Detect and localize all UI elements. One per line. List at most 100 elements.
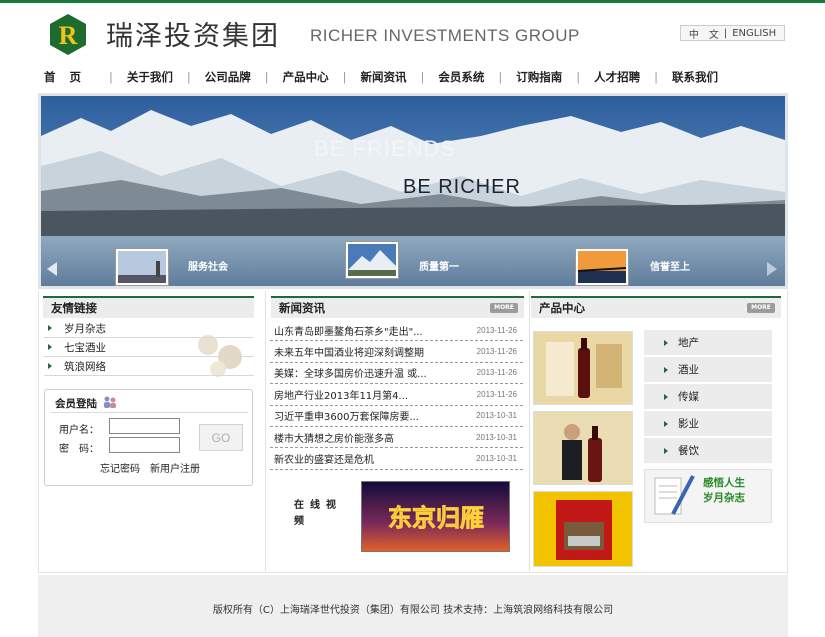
nav-separator: | — [576, 70, 581, 84]
nav-order-guide[interactable]: 订购指南 — [516, 69, 562, 85]
lang-chinese-link[interactable]: 中 文 — [689, 26, 719, 41]
product-image-media[interactable] — [533, 491, 633, 567]
company-logo-icon[interactable]: R — [48, 13, 88, 56]
video-caption: 东京归雁 — [388, 503, 484, 532]
nav-separator: | — [654, 70, 658, 84]
nav-news[interactable]: 新闻资讯 — [361, 69, 407, 85]
register-link[interactable]: 新用户注册 — [150, 460, 200, 475]
member-login-title-text: 会员登陆 — [55, 398, 97, 410]
bullet-triangle-icon — [664, 420, 668, 427]
news-item-title: 房地产行业2013年11月第4... — [274, 390, 409, 402]
nav-separator: | — [109, 70, 113, 84]
bullet-triangle-icon — [48, 325, 52, 331]
forgot-password-link[interactable]: 忘记密码 — [100, 460, 140, 475]
bullet-triangle-icon — [664, 393, 668, 400]
language-switch: 中 文 | ENGLISH — [680, 25, 785, 41]
top-accent-line — [0, 0, 825, 3]
news-item-title: 山东青岛即墨鳌角石茶乡"走出"... — [274, 326, 423, 338]
magazine-promo-text: 感悟人生 岁月杂志 — [703, 476, 745, 506]
news-item-date: 2013-11-26 — [476, 389, 517, 399]
company-name-en: RICHER INVESTMENTS GROUP — [310, 26, 580, 45]
products-column: 产品中心 MORE 地产 酒业 传媒 影业 餐饮 感悟人生 岁月杂志 — [531, 291, 787, 571]
news-more-button[interactable]: MORE — [490, 303, 518, 313]
news-item[interactable]: 未来五年中国酒业将迎深刻调整期 2013-11-26 — [270, 341, 523, 363]
friend-link-label: 七宝酒业 — [64, 341, 106, 354]
friend-link-item[interactable]: 筑浪网络 — [44, 357, 254, 376]
svg-text:R: R — [59, 21, 78, 50]
nav-careers[interactable]: 人才招聘 — [594, 69, 640, 85]
lang-english-link[interactable]: ENGLISH — [732, 28, 776, 39]
nav-home[interactable]: 首页 — [44, 69, 95, 85]
lang-separator: | — [723, 27, 728, 39]
hero-banner: BE FRIENDS BE RICHER 服务社会 质量第一 信誉至上 — [38, 93, 788, 289]
users-icon — [103, 396, 116, 408]
news-item[interactable]: 房地产行业2013年11月第4... 2013-11-26 — [270, 384, 523, 406]
login-divider — [50, 412, 248, 413]
password-label: 密 码： — [59, 444, 99, 455]
magazine-line-1: 感悟人生 — [703, 477, 745, 489]
product-category-label: 餐饮 — [678, 445, 699, 457]
news-list: 山东青岛即墨鳌角石茶乡"走出"... 2013-11-26 未来五年中国酒业将迎深… — [270, 320, 523, 470]
product-category-item[interactable]: 影业 — [644, 411, 772, 437]
banner-prev-arrow-icon[interactable] — [47, 262, 57, 276]
nav-products[interactable]: 产品中心 — [283, 69, 329, 85]
main-nav: 首页 | 关于我们 | 公司品牌 | 产品中心 | 新闻资讯 | 会员系统 | … — [38, 68, 788, 86]
online-video-label: 在线视频 — [294, 500, 342, 527]
product-image-wine-2[interactable] — [533, 411, 633, 485]
news-item-date: 2013-11-26 — [476, 325, 517, 335]
banner-headline-1: BE FRIENDS — [314, 136, 457, 161]
product-category-item[interactable]: 餐饮 — [644, 438, 772, 464]
nav-brand[interactable]: 公司品牌 — [205, 69, 251, 85]
slide-thumb-1[interactable] — [115, 248, 169, 286]
banner-next-arrow-icon[interactable] — [767, 262, 777, 276]
news-item-date: 2013-11-26 — [476, 347, 517, 357]
nav-separator: | — [420, 70, 425, 84]
news-item-title: 习近平重申3600万套保障房要... — [274, 412, 419, 424]
bullet-triangle-icon — [48, 363, 52, 369]
products-more-button[interactable]: MORE — [747, 303, 775, 313]
product-image-wine-1[interactable] — [533, 331, 633, 405]
news-item[interactable]: 新农业的盛宴还是危机 2013-10-31 — [270, 448, 523, 470]
nav-members[interactable]: 会员系统 — [438, 69, 484, 85]
slide-thumb-3[interactable] — [575, 248, 629, 286]
left-column: 友情链接 岁月杂志 七宝酒业 筑浪网络 会员登陆 用户名： 密 码： GO 忘记… — [40, 291, 266, 571]
username-input[interactable] — [109, 418, 180, 434]
video-thumbnail[interactable]: 东京归雁 — [361, 481, 510, 552]
slide-label-3[interactable]: 信誉至上 — [650, 258, 690, 273]
bullet-triangle-icon — [664, 339, 668, 346]
magazine-promo[interactable]: 感悟人生 岁月杂志 — [644, 469, 772, 523]
friend-link-item[interactable]: 七宝酒业 — [44, 338, 254, 357]
nav-separator: | — [342, 70, 347, 84]
news-column: 新闻资讯 MORE 山东青岛即墨鳌角石茶乡"走出"... 2013-11-26 未… — [268, 291, 530, 571]
product-category-item[interactable]: 酒业 — [644, 357, 772, 383]
bullet-triangle-icon — [48, 344, 52, 350]
product-category-label: 影业 — [678, 418, 699, 430]
slide-label-1[interactable]: 服务社会 — [188, 258, 228, 273]
news-item[interactable]: 楼市大猜想之房价能涨多高 2013-10-31 — [270, 427, 523, 449]
news-header: 新闻资讯 MORE — [271, 296, 524, 318]
product-category-item[interactable]: 地产 — [644, 330, 772, 356]
slide-label-2[interactable]: 质量第一 — [419, 258, 459, 273]
nav-contact[interactable]: 联系我们 — [672, 69, 718, 85]
product-category-label: 传媒 — [678, 391, 699, 403]
nav-separator: | — [498, 70, 503, 84]
news-item-date: 2013-10-31 — [476, 411, 517, 421]
password-input[interactable] — [109, 437, 180, 453]
magazine-line-2: 岁月杂志 — [703, 492, 745, 504]
friend-link-label: 岁月杂志 — [64, 322, 106, 335]
member-login-title: 会员登陆 — [55, 396, 117, 411]
slide-thumb-2[interactable] — [345, 241, 399, 279]
magazine-pen-icon — [654, 475, 695, 515]
products-title: 产品中心 — [539, 301, 585, 315]
company-name-cn: 瑞泽投资集团 — [106, 21, 280, 52]
friend-link-item[interactable]: 岁月杂志 — [44, 319, 254, 338]
news-item-title: 新农业的盛宴还是危机 — [274, 455, 374, 467]
nav-separator: | — [264, 70, 269, 84]
news-item[interactable]: 美媒：全球多国房价迅速升温 或... 2013-11-26 — [270, 363, 523, 385]
news-item[interactable]: 山东青岛即墨鳌角石茶乡"走出"... 2013-11-26 — [270, 320, 523, 342]
footer: 版权所有（C）上海瑞泽世代投资（集团）有限公司 技术支持：上海筑浪网络科技有限公… — [38, 575, 788, 637]
news-item[interactable]: 习近平重申3600万套保障房要... 2013-10-31 — [270, 406, 523, 427]
product-category-item[interactable]: 传媒 — [644, 384, 772, 410]
login-go-button[interactable]: GO — [199, 424, 243, 451]
nav-about[interactable]: 关于我们 — [127, 69, 173, 85]
